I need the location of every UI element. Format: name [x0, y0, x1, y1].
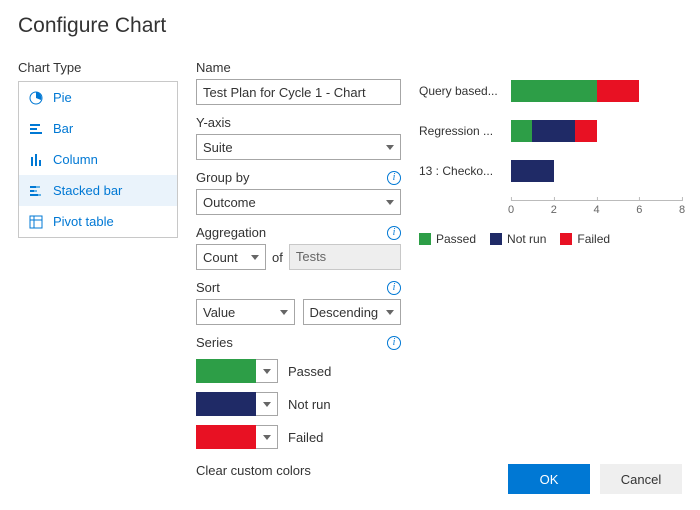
- yaxis-select[interactable]: Suite: [196, 134, 401, 160]
- dialog-title: Configure Chart: [18, 14, 682, 38]
- info-icon[interactable]: i: [387, 281, 401, 295]
- chart-config-form: Name Y-axis Suite Group by i Outcome Agg…: [196, 60, 401, 478]
- chart-category-label: Regression ...: [419, 124, 511, 138]
- series-name: Not run: [288, 397, 331, 412]
- aggregation-of-text: of: [272, 250, 283, 265]
- chart-bar-track: [511, 120, 682, 142]
- series-color-picker[interactable]: [196, 425, 278, 449]
- info-icon[interactable]: i: [387, 336, 401, 350]
- axis-tick: 4: [593, 201, 599, 216]
- series-not-run: Not run: [196, 392, 401, 416]
- aggregation-field: Tests: [289, 244, 401, 270]
- chart-legend: Passed Not run Failed: [419, 232, 682, 246]
- chart-type-label-text: Pie: [53, 90, 72, 105]
- chart-type-stacked-bar[interactable]: Stacked bar: [19, 175, 177, 206]
- legend-swatch: [560, 233, 572, 245]
- chart-bar-segment: [511, 120, 532, 142]
- column-icon: [29, 153, 43, 167]
- stacked-bar-icon: [29, 184, 43, 198]
- color-swatch: [196, 392, 256, 416]
- chart-preview: Query based... Regression ... 13 : Checko.…: [419, 60, 682, 478]
- color-swatch: [196, 359, 256, 383]
- legend-item: Failed: [560, 232, 610, 246]
- pivot-table-icon: [29, 215, 43, 229]
- series-name: Failed: [288, 430, 323, 445]
- legend-label: Passed: [436, 232, 476, 246]
- yaxis-label: Y-axis: [196, 115, 231, 130]
- chart-type-panel: Chart Type Pie Bar: [18, 60, 178, 478]
- legend-swatch: [490, 233, 502, 245]
- chart-bar-segment: [511, 160, 554, 182]
- legend-item: Not run: [490, 232, 546, 246]
- chart-type-label-text: Bar: [53, 121, 73, 136]
- chart-bar-segment: [511, 80, 597, 102]
- name-label: Name: [196, 60, 401, 75]
- configure-chart-dialog: Configure Chart Chart Type Pie Bar: [0, 0, 700, 510]
- aggregation-label: Aggregation: [196, 225, 266, 240]
- sort-label: Sort: [196, 280, 220, 295]
- chart-bar-track: [511, 160, 682, 182]
- chevron-down-icon: [256, 425, 278, 449]
- chart-type-label-text: Pivot table: [53, 214, 114, 229]
- legend-item: Passed: [419, 232, 476, 246]
- sort-dir-select[interactable]: Descending: [303, 299, 402, 325]
- name-input[interactable]: [196, 79, 401, 105]
- cancel-button[interactable]: Cancel: [600, 464, 682, 494]
- chevron-down-icon: [256, 359, 278, 383]
- chart-bar-segment: [597, 80, 640, 102]
- series-passed: Passed: [196, 359, 401, 383]
- chart-bar-track: [511, 80, 682, 102]
- clear-custom-colors-link[interactable]: Clear custom colors: [196, 463, 401, 478]
- aggregation-fn-select[interactable]: Count: [196, 244, 266, 270]
- legend-label: Failed: [577, 232, 610, 246]
- info-icon[interactable]: i: [387, 226, 401, 240]
- series-color-picker[interactable]: [196, 392, 278, 416]
- chart-bar-row: Query based...: [419, 80, 682, 102]
- chart-x-axis: 0 2 4 6 8: [511, 200, 682, 220]
- chart-type-label: Chart Type: [18, 60, 178, 75]
- chart-bar-segment: [532, 120, 575, 142]
- chart-type-pie[interactable]: Pie: [19, 82, 177, 113]
- pie-icon: [29, 91, 43, 105]
- chart-type-bar[interactable]: Bar: [19, 113, 177, 144]
- chart-type-list: Pie Bar Column: [18, 81, 178, 238]
- chart-type-label-text: Column: [53, 152, 98, 167]
- dialog-footer: OK Cancel: [508, 464, 682, 494]
- color-swatch: [196, 425, 256, 449]
- series-color-picker[interactable]: [196, 359, 278, 383]
- chart-type-label-text: Stacked bar: [53, 183, 122, 198]
- info-icon[interactable]: i: [387, 171, 401, 185]
- chart-bar-segment: [575, 120, 596, 142]
- chart-bar-row: 13 : Checko...: [419, 160, 682, 182]
- series-failed: Failed: [196, 425, 401, 449]
- axis-tick: 0: [508, 201, 514, 216]
- legend-label: Not run: [507, 232, 546, 246]
- chart-category-label: 13 : Checko...: [419, 164, 511, 178]
- ok-button[interactable]: OK: [508, 464, 590, 494]
- groupby-select[interactable]: Outcome: [196, 189, 401, 215]
- chart-category-label: Query based...: [419, 84, 511, 98]
- groupby-label: Group by: [196, 170, 249, 185]
- chart-type-pivot-table[interactable]: Pivot table: [19, 206, 177, 237]
- series-name: Passed: [288, 364, 331, 379]
- bar-icon: [29, 122, 43, 136]
- series-label: Series: [196, 335, 233, 350]
- axis-tick: 8: [679, 201, 685, 216]
- axis-tick: 2: [551, 201, 557, 216]
- axis-tick: 6: [636, 201, 642, 216]
- chart-type-column[interactable]: Column: [19, 144, 177, 175]
- sort-by-select[interactable]: Value: [196, 299, 295, 325]
- chevron-down-icon: [256, 392, 278, 416]
- legend-swatch: [419, 233, 431, 245]
- chart-bar-row: Regression ...: [419, 120, 682, 142]
